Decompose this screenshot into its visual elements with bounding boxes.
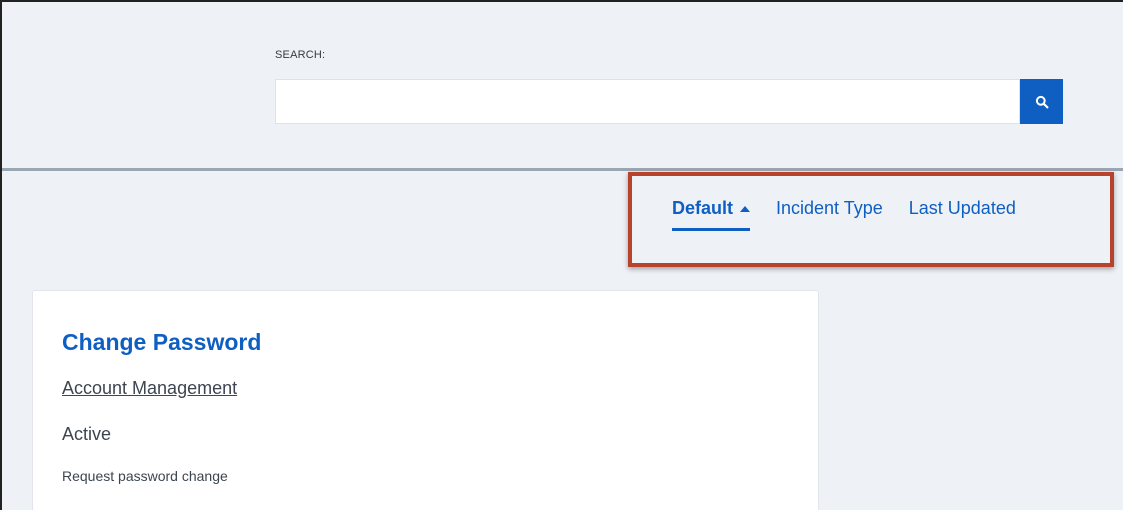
search-button[interactable] (1020, 79, 1063, 124)
section-divider (2, 168, 1123, 171)
search-input[interactable] (275, 79, 1020, 124)
card-category-link[interactable]: Account Management (62, 378, 237, 399)
sort-ascending-icon (740, 205, 751, 212)
card-description: Request password change (62, 468, 228, 484)
card-status: Active (62, 424, 112, 444)
incident-card: Change Password Account Management Activ… (32, 290, 819, 510)
search-area: SEARCH: (2, 2, 1123, 168)
sort-tab-label: Default (672, 198, 734, 218)
search-icon (1035, 95, 1048, 108)
card-title[interactable]: Change Password (62, 329, 261, 356)
sort-tab-last-updated[interactable]: Last Updated (909, 198, 1016, 228)
sort-tabs: Default Incident Type Last Updated (672, 198, 1016, 231)
sort-tab-incident-type[interactable]: Incident Type (776, 198, 883, 228)
sort-tab-default[interactable]: Default (672, 198, 751, 231)
search-label: SEARCH: (275, 49, 326, 61)
page-frame: SEARCH: Default Incident Type Last Updat… (0, 0, 1123, 510)
